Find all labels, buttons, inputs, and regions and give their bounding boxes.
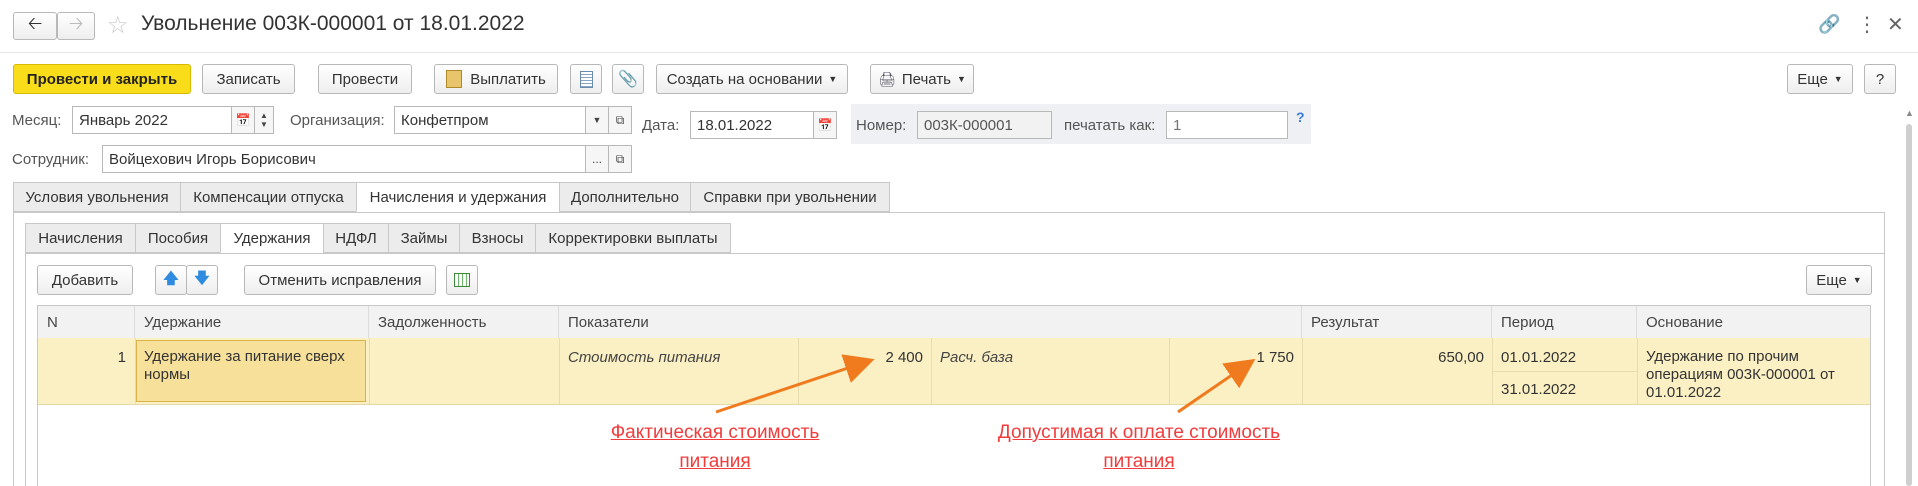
annotation-allowed-cost: Допустимая к оплате стоимость питания bbox=[997, 422, 1281, 472]
annotation-arrows bbox=[715, 354, 1256, 414]
annotation-arrow-right bbox=[1177, 358, 1256, 414]
annotation-arrow-left bbox=[715, 354, 875, 414]
annotation-actual-cost: Фактическая стоимость питания bbox=[610, 422, 820, 472]
